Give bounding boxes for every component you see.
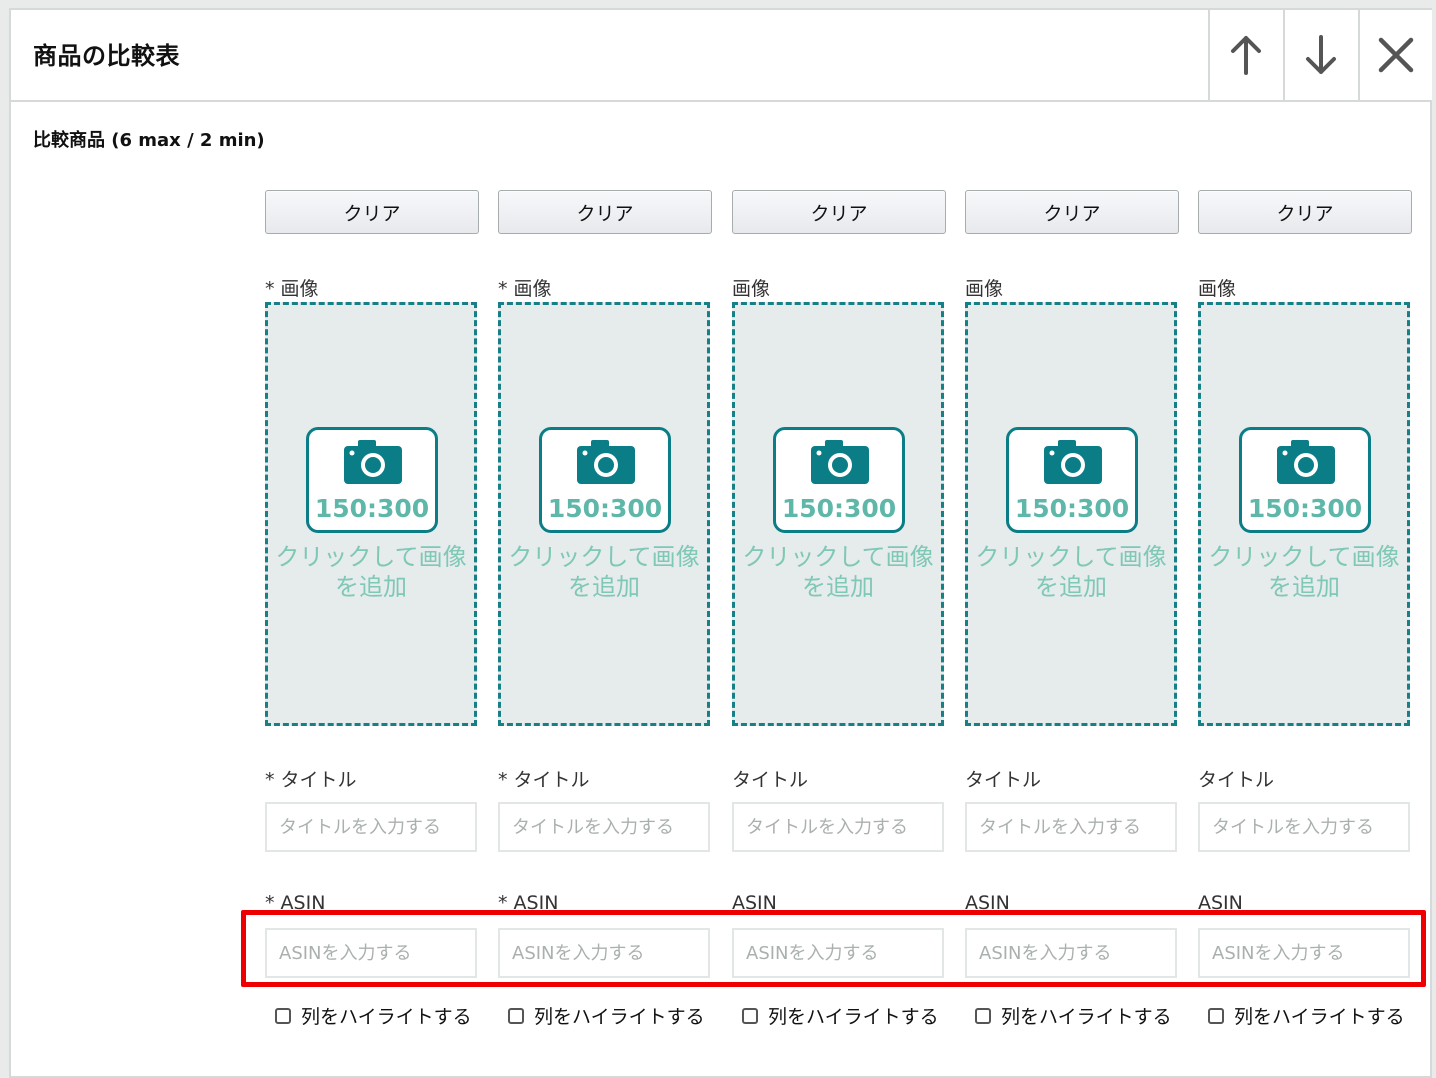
highlight-checkbox[interactable] [742,1007,758,1024]
image-ratio: 150:300 [1247,494,1363,523]
image-upload-area[interactable]: 150:300 クリックして画像を追加 [498,302,710,726]
title-label: * タイトル [265,769,357,791]
title-label: * タイトル [498,769,590,791]
close-button[interactable] [1358,10,1432,100]
arrow-down-icon [1306,35,1336,74]
clear-button[interactable]: クリア [965,190,1179,234]
highlight-column-option[interactable]: 列をハイライトする [975,1002,1172,1029]
highlight-label: 列をハイライトする [1234,1006,1405,1028]
highlight-label: 列をハイライトする [1001,1006,1172,1028]
highlight-checkbox[interactable] [275,1007,291,1024]
image-ratio: 150:300 [781,494,897,523]
camera-icon [811,440,869,484]
highlight-column-option[interactable]: 列をハイライトする [1208,1002,1405,1029]
highlight-label: 列をハイライトする [534,1006,705,1028]
asin-input[interactable] [498,928,710,978]
section-label: 比較商品 (6 max / 2 min) [33,130,265,151]
image-ratio-badge: 150:300 [539,427,671,533]
asin-label: * ASIN [498,892,559,914]
highlight-checkbox[interactable] [975,1007,991,1024]
camera-icon [344,440,402,484]
title-input[interactable] [265,802,477,852]
highlight-label: 列をハイライトする [768,1006,939,1028]
add-image-text: クリックして画像を追加 [275,543,467,601]
asin-input[interactable] [1198,928,1410,978]
add-image-text: クリックして画像を追加 [1208,543,1400,601]
image-ratio: 150:300 [547,494,663,523]
image-upload-area[interactable]: 150:300 クリックして画像を追加 [1198,302,1410,726]
highlight-checkbox[interactable] [508,1007,524,1024]
asin-label: ASIN [1198,892,1243,914]
asin-input[interactable] [732,928,944,978]
camera-icon [577,440,635,484]
title-label: タイトル [732,769,809,791]
highlight-checkbox[interactable] [1208,1007,1224,1024]
product-column-4: クリア 画像 150:300 クリックして画像を追加 タイトル ASIN 列をハ… [965,190,1179,1028]
title-label: タイトル [965,769,1042,791]
image-ratio-badge: 150:300 [306,427,438,533]
image-upload-area[interactable]: 150:300 クリックして画像を追加 [965,302,1177,726]
highlight-column-option[interactable]: 列をハイライトする [742,1002,939,1029]
product-column-1: クリア * 画像 150:300 クリックして画像を追加 * タイトル * AS… [265,190,479,1028]
image-ratio: 150:300 [314,494,430,523]
image-label: 画像 [1198,278,1237,300]
image-ratio-badge: 150:300 [1006,427,1138,533]
highlight-column-option[interactable]: 列をハイライトする [508,1002,705,1029]
image-upload-area[interactable]: 150:300 クリックして画像を追加 [732,302,944,726]
image-ratio-badge: 150:300 [1239,427,1371,533]
product-column-5: クリア 画像 150:300 クリックして画像を追加 タイトル ASIN 列をハ… [1198,190,1412,1028]
module-title: 商品の比較表 [33,42,180,70]
camera-icon [1044,440,1102,484]
image-label: 画像 [965,278,1004,300]
highlight-column-option[interactable]: 列をハイライトする [275,1002,472,1029]
move-down-button[interactable] [1283,10,1357,100]
clear-button[interactable]: クリア [1198,190,1412,234]
move-up-button[interactable] [1208,10,1282,100]
close-icon [1378,37,1414,73]
module-header: 商品の比較表 [11,10,1432,102]
asin-label: ASIN [732,892,777,914]
product-column-2: クリア * 画像 150:300 クリックして画像を追加 * タイトル * AS… [498,190,712,1028]
image-upload-area[interactable]: 150:300 クリックして画像を追加 [265,302,477,726]
arrow-up-icon [1231,36,1261,75]
title-input[interactable] [732,802,944,852]
clear-button[interactable]: クリア [732,190,946,234]
image-ratio: 150:300 [1014,494,1130,523]
title-input[interactable] [1198,802,1410,852]
asin-label: ASIN [965,892,1010,914]
add-image-text: クリックして画像を追加 [742,543,934,601]
asin-input[interactable] [265,928,477,978]
title-label: タイトル [1198,769,1275,791]
add-image-text: クリックして画像を追加 [975,543,1167,601]
clear-button[interactable]: クリア [498,190,712,234]
image-label: 画像 [732,278,771,300]
add-image-text: クリックして画像を追加 [508,543,700,601]
title-input[interactable] [498,802,710,852]
image-label: * 画像 [265,278,319,300]
image-label: * 画像 [498,278,552,300]
title-input[interactable] [965,802,1177,852]
product-column-3: クリア 画像 150:300 クリックして画像を追加 タイトル ASIN 列をハ… [732,190,946,1028]
clear-button[interactable]: クリア [265,190,479,234]
highlight-label: 列をハイライトする [301,1006,472,1028]
image-ratio-badge: 150:300 [773,427,905,533]
camera-icon [1277,440,1335,484]
asin-label: * ASIN [265,892,326,914]
asin-input[interactable] [965,928,1177,978]
